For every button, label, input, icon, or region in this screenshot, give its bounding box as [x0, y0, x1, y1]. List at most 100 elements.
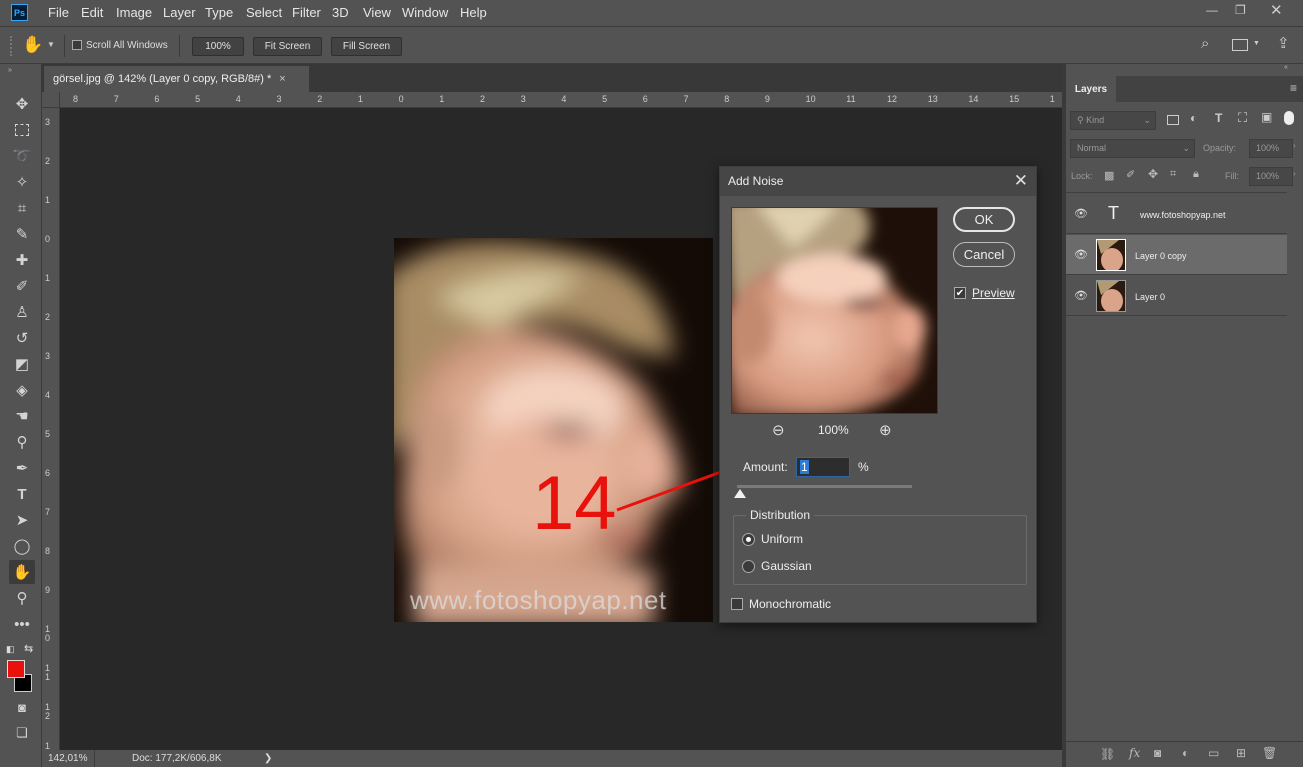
lock-all-icon[interactable]: 🔒︎ — [1193, 168, 1199, 181]
document-image[interactable]: www.fotoshopyap.net — [394, 238, 713, 622]
default-colors-icon[interactable]: ◧ — [6, 644, 15, 655]
monochromatic-checkbox[interactable] — [731, 598, 743, 610]
opacity-input[interactable]: 100% — [1249, 139, 1293, 158]
chevron-right-icon[interactable]: › — [1293, 169, 1296, 178]
brush-tool-icon[interactable]: ✐ — [9, 274, 35, 298]
hand-tool-icon[interactable]: ✋ — [9, 560, 35, 584]
paint-bucket-tool-icon[interactable]: ◈ — [9, 378, 35, 402]
menu-image[interactable]: Image — [116, 5, 152, 20]
visibility-eye-icon[interactable]: 👁︎ — [1074, 207, 1088, 220]
link-layers-icon[interactable]: ⛓ — [1100, 747, 1115, 761]
adjustment-filter-icon[interactable]: ◐ — [1190, 111, 1197, 125]
smudge-tool-icon[interactable]: ☚ — [9, 404, 35, 428]
pen-tool-icon[interactable]: ✒ — [9, 456, 35, 480]
fit-screen-button[interactable]: Fit Screen — [253, 37, 322, 56]
menu-help[interactable]: Help — [460, 5, 487, 20]
lock-artboard-icon[interactable]: ⌗ — [1170, 168, 1176, 181]
menu-file[interactable]: File — [48, 5, 69, 20]
dialog-titlebar[interactable]: Add Noise — [720, 167, 1036, 196]
pixel-filter-icon[interactable] — [1167, 115, 1179, 125]
eraser-tool-icon[interactable]: ◩ — [9, 352, 35, 376]
ok-button[interactable]: OK — [953, 207, 1015, 232]
quick-mask-icon[interactable]: ◙ — [9, 695, 35, 719]
eyedropper-tool-icon[interactable]: ✎ — [9, 222, 35, 246]
close-icon[interactable]: ✕ — [1014, 171, 1028, 191]
workspace-icon[interactable] — [1232, 39, 1248, 51]
marquee-tool-icon[interactable] — [9, 118, 35, 142]
lock-pixels-icon[interactable]: ✐ — [1126, 168, 1135, 181]
amount-slider-thumb[interactable] — [734, 489, 746, 498]
restore-icon[interactable]: ❐ — [1235, 3, 1246, 17]
menu-edit[interactable]: Edit — [81, 5, 103, 20]
scroll-all-windows-checkbox[interactable] — [72, 40, 82, 50]
menu-window[interactable]: Window — [402, 5, 448, 20]
zoom-100-button[interactable]: 100% — [192, 37, 244, 56]
stamp-tool-icon[interactable]: ♙ — [9, 300, 35, 324]
more-tools-icon[interactable]: ••• — [9, 612, 35, 636]
type-filter-icon[interactable]: T — [1215, 111, 1222, 125]
tab-layers[interactable]: Layers — [1066, 76, 1116, 102]
fill-input[interactable]: 100% — [1249, 167, 1293, 186]
zoom-in-icon[interactable]: ⊕ — [879, 421, 892, 439]
cancel-button[interactable]: Cancel — [953, 242, 1015, 267]
smart-object-filter-icon[interactable]: ▣ — [1261, 110, 1272, 124]
filter-toggle-icon[interactable] — [1284, 111, 1294, 125]
adjustment-layer-icon[interactable]: ◐ — [1182, 746, 1189, 760]
collapse-panel-icon[interactable]: « — [1284, 64, 1288, 71]
menu-filter[interactable]: Filter — [292, 5, 321, 20]
menu-layer[interactable]: Layer — [163, 5, 196, 20]
screen-mode-icon[interactable]: ❏ — [9, 721, 35, 745]
move-tool-icon[interactable]: ✥ — [9, 92, 35, 116]
menu-3d[interactable]: 3D — [332, 5, 349, 20]
chevron-down-icon[interactable]: ▼ — [47, 40, 55, 49]
ellipse-tool-icon[interactable]: ◯ — [9, 534, 35, 558]
visibility-eye-icon[interactable]: 👁︎ — [1074, 248, 1088, 261]
uniform-radio[interactable] — [742, 533, 755, 546]
gaussian-radio[interactable] — [742, 560, 755, 573]
foreground-color-swatch[interactable] — [7, 660, 25, 678]
zoom-out-icon[interactable]: ⊖ — [772, 421, 785, 439]
swap-colors-icon[interactable]: ⇆ — [24, 642, 33, 655]
filter-preview[interactable] — [731, 207, 938, 414]
new-layer-icon[interactable]: ⊞ — [1236, 746, 1246, 760]
chevron-right-icon[interactable]: › — [1293, 141, 1296, 150]
menu-view[interactable]: View — [363, 5, 391, 20]
chevron-down-icon[interactable]: ▼ — [1253, 40, 1260, 47]
path-selection-tool-icon[interactable]: ➤ — [9, 508, 35, 532]
layer-row-layer-0-copy[interactable]: 👁︎ Layer 0 copy — [1066, 235, 1287, 275]
fill-screen-button[interactable]: Fill Screen — [331, 37, 402, 56]
history-brush-tool-icon[interactable]: ↺ — [9, 326, 35, 350]
lock-position-icon[interactable]: ✥ — [1148, 167, 1158, 181]
menu-type[interactable]: Type — [205, 5, 233, 20]
magic-wand-tool-icon[interactable]: ✧ — [9, 170, 35, 194]
amount-input[interactable]: 1 — [796, 457, 850, 477]
crop-tool-icon[interactable]: ⌗ — [9, 196, 35, 220]
fx-icon[interactable]: fx — [1129, 746, 1140, 760]
lasso-tool-icon[interactable]: ➰ — [9, 144, 35, 168]
search-icon[interactable]: ⌕ — [1201, 35, 1209, 52]
close-window-icon[interactable]: ✕ — [1270, 1, 1283, 19]
share-icon[interactable]: ⇪ — [1277, 34, 1290, 52]
delete-layer-icon[interactable]: 🗑︎ — [1262, 746, 1277, 760]
blend-mode-dropdown[interactable]: Normal ⌄ — [1070, 139, 1195, 158]
visibility-eye-icon[interactable]: 👁︎ — [1074, 289, 1088, 302]
new-group-icon[interactable]: ▭ — [1208, 746, 1219, 760]
layer-row-text[interactable]: 👁︎ T www.fotoshopyap.net — [1066, 194, 1287, 234]
filter-kind-dropdown[interactable]: ⚲ Kind ⌄ — [1070, 111, 1156, 130]
menu-select[interactable]: Select — [246, 5, 282, 20]
lock-transparent-icon[interactable]: ▩ — [1104, 169, 1114, 182]
panel-menu-icon[interactable]: ≡ — [1290, 81, 1297, 95]
add-mask-icon[interactable]: ◙ — [1154, 746, 1161, 760]
collapse-icon[interactable]: » — [8, 67, 12, 74]
minimize-icon[interactable]: — — [1206, 3, 1218, 17]
amount-slider-track[interactable] — [737, 485, 912, 488]
status-menu-arrow-icon[interactable]: ❯ — [264, 753, 272, 764]
dodge-tool-icon[interactable]: ⚲ — [9, 430, 35, 454]
type-tool-icon[interactable]: T — [9, 482, 35, 506]
preview-checkbox[interactable]: ✔ — [954, 287, 966, 299]
healing-brush-tool-icon[interactable]: ✚ — [9, 248, 35, 272]
hand-tool-icon[interactable]: ✋ — [22, 35, 43, 55]
tab-close-icon[interactable]: × — [279, 73, 285, 85]
layer-row-layer-0[interactable]: 👁︎ Layer 0 — [1066, 276, 1287, 316]
zoom-tool-icon[interactable]: ⚲ — [9, 586, 35, 610]
